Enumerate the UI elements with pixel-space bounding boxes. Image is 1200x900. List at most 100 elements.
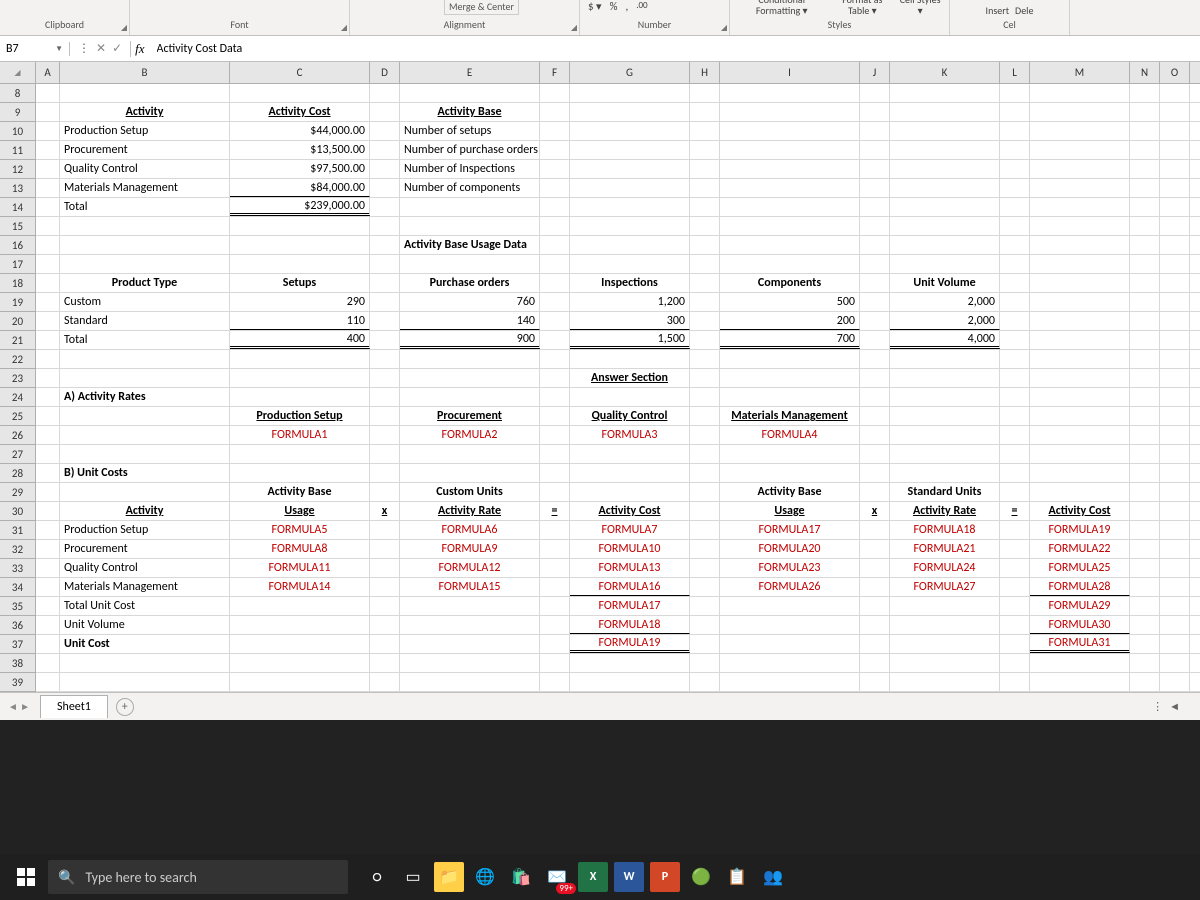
col-header-J[interactable]: J [860, 62, 890, 83]
cell[interactable]: 2,000 [890, 312, 1000, 330]
cell[interactable] [860, 464, 890, 482]
vertical-dots-icon[interactable]: ⋮ [78, 41, 90, 56]
cell[interactable] [1000, 654, 1030, 672]
cell[interactable] [60, 426, 230, 444]
cell[interactable] [36, 559, 60, 577]
cell[interactable] [60, 255, 230, 273]
cell[interactable] [1130, 198, 1160, 216]
office-icon[interactable]: 📋 [722, 862, 752, 892]
cell[interactable] [860, 388, 890, 406]
cell[interactable] [540, 445, 570, 463]
cell[interactable] [540, 84, 570, 102]
cell[interactable] [370, 122, 400, 140]
cell[interactable]: FORMULA25 [1030, 559, 1130, 577]
cell[interactable] [690, 445, 720, 463]
cell[interactable] [1130, 160, 1160, 178]
cell[interactable] [1160, 350, 1190, 368]
row-header-35[interactable]: 35 [0, 597, 35, 616]
cell[interactable]: FORMULA23 [720, 559, 860, 577]
cell[interactable]: FORMULA6 [400, 521, 540, 539]
cell[interactable]: FORMULA17 [570, 597, 690, 615]
cell[interactable] [690, 274, 720, 292]
cell[interactable] [1030, 407, 1130, 425]
cell[interactable] [690, 540, 720, 558]
cell[interactable] [1000, 559, 1030, 577]
cortana-icon[interactable]: ○ [362, 862, 392, 892]
cell[interactable] [860, 312, 890, 330]
cell[interactable] [370, 103, 400, 121]
cell[interactable] [720, 236, 860, 254]
cell[interactable] [540, 521, 570, 539]
cell[interactable] [690, 407, 720, 425]
cell[interactable] [230, 369, 370, 387]
cell[interactable]: Standard Units [890, 483, 1000, 501]
cell[interactable] [570, 350, 690, 368]
cell[interactable] [860, 255, 890, 273]
cell[interactable]: 900 [400, 331, 540, 349]
cell[interactable] [1030, 84, 1130, 102]
file-explorer-icon[interactable]: 📁 [434, 862, 464, 892]
cell[interactable] [690, 198, 720, 216]
taskbar-search[interactable]: 🔍 Type here to search [48, 860, 348, 894]
cell[interactable] [1030, 388, 1130, 406]
cell[interactable] [720, 122, 860, 140]
cell[interactable] [540, 103, 570, 121]
cell[interactable]: FORMULA5 [230, 521, 370, 539]
cell[interactable] [1160, 217, 1190, 235]
cell[interactable] [570, 179, 690, 197]
cell[interactable] [1160, 312, 1190, 330]
cell[interactable] [400, 198, 540, 216]
cell[interactable]: Activity [60, 103, 230, 121]
cell[interactable] [690, 635, 720, 653]
cell[interactable] [1000, 217, 1030, 235]
row-header-12[interactable]: 12 [0, 160, 35, 179]
cell[interactable]: 1,500 [570, 331, 690, 349]
cell[interactable] [540, 141, 570, 159]
cell[interactable]: Quality Control [570, 407, 690, 425]
row-header-20[interactable]: 20 [0, 312, 35, 331]
cell[interactable] [370, 141, 400, 159]
row-header-21[interactable]: 21 [0, 331, 35, 350]
cell[interactable] [1130, 369, 1160, 387]
cell[interactable]: FORMULA21 [890, 540, 1000, 558]
cell[interactable] [890, 122, 1000, 140]
cell[interactable] [36, 255, 60, 273]
cell[interactable]: 300 [570, 312, 690, 330]
cell[interactable]: FORMULA22 [1030, 540, 1130, 558]
cell[interactable] [720, 160, 860, 178]
cell[interactable] [890, 388, 1000, 406]
col-header-E[interactable]: E [400, 62, 540, 83]
cell[interactable] [36, 198, 60, 216]
cell[interactable] [1160, 274, 1190, 292]
cell[interactable] [370, 521, 400, 539]
cell[interactable] [370, 540, 400, 558]
cell[interactable] [1000, 464, 1030, 482]
cell[interactable] [230, 597, 370, 615]
cell[interactable] [370, 616, 400, 634]
cell[interactable] [36, 388, 60, 406]
cell[interactable] [36, 578, 60, 596]
cell[interactable] [540, 426, 570, 444]
cell[interactable] [1000, 236, 1030, 254]
row-header-19[interactable]: 19 [0, 293, 35, 312]
cell[interactable] [36, 616, 60, 634]
ribbon-group-clipboard[interactable]: Clipboard ◢ [0, 0, 130, 35]
cell[interactable]: Components [720, 274, 860, 292]
currency-icon[interactable]: $ ▾ [588, 0, 602, 13]
scroll-controls[interactable]: ⋮◄ [1152, 700, 1180, 713]
cell[interactable]: FORMULA13 [570, 559, 690, 577]
cell[interactable] [230, 217, 370, 235]
cell[interactable]: Procurement [60, 540, 230, 558]
cell[interactable] [1160, 369, 1190, 387]
cell[interactable] [540, 464, 570, 482]
row-header-13[interactable]: 13 [0, 179, 35, 198]
cell[interactable] [1030, 369, 1130, 387]
cell[interactable] [540, 312, 570, 330]
tab-nav[interactable]: ◄ ► [8, 700, 30, 713]
row-header-27[interactable]: 27 [0, 445, 35, 464]
col-header-N[interactable]: N [1130, 62, 1160, 83]
cell[interactable] [890, 445, 1000, 463]
cell[interactable] [36, 350, 60, 368]
cell[interactable]: FORMULA8 [230, 540, 370, 558]
cell[interactable] [690, 559, 720, 577]
